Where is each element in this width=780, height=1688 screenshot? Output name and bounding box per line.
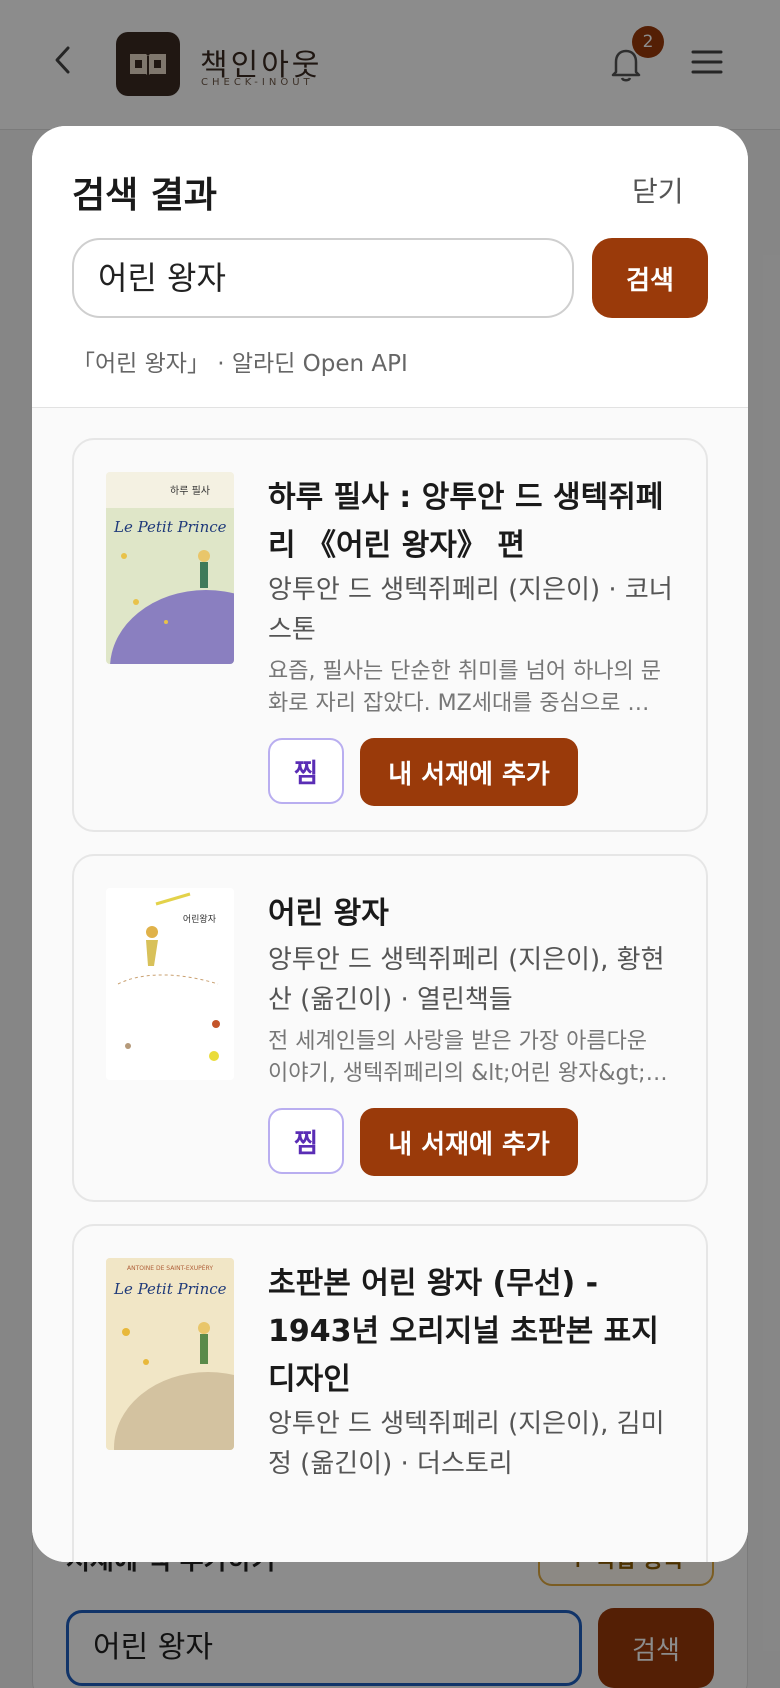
book-title[interactable]: 초판본 어린 왕자 (무선) - 1943년 오리지널 초판본 표지디자인 bbox=[268, 1260, 678, 1404]
like-button[interactable]: 찜 bbox=[268, 1108, 344, 1174]
cover-author-text: ANTOINE DE SAINT-EXUPÉRY bbox=[127, 1264, 213, 1272]
cover-title-text: 하루 필사 bbox=[170, 484, 210, 497]
search-source: 「어린 왕자」 · 알라딘 Open API bbox=[72, 351, 408, 377]
cover-illustration: 어린왕자 bbox=[106, 888, 234, 1080]
search-results-modal: 검색 결과 닫기 어린 왕자 검색 「어린 왕자」 · 알라딘 Open API… bbox=[32, 126, 748, 1562]
book-description: 전 세계인들의 사랑을 받은 가장 아름다운 이야기, 생텍쥐페리의 &lt;어… bbox=[268, 1029, 648, 1086]
modal-header: 검색 결과 닫기 어린 왕자 검색 「어린 왕자」 · 알라딘 Open API bbox=[32, 126, 748, 408]
search-input[interactable]: 어린 왕자 bbox=[72, 238, 574, 318]
book-author: 앙투안 드 생텍쥐페리 (지은이) · 코너스톤 bbox=[268, 575, 673, 645]
book-author: 앙투안 드 생텍쥐페리 (지은이), 김미정 (옮긴이) · 더스토리 bbox=[268, 1409, 665, 1479]
result-card: 하루 필사 Le Petit Prince 하루 필사 : 앙투안 드 생텍쥐페… bbox=[72, 438, 708, 832]
like-button[interactable]: 찜 bbox=[268, 738, 344, 804]
book-cover: 하루 필사 Le Petit Prince bbox=[106, 472, 234, 664]
result-card: 어린왕자 어린 왕자 앙투안 드 생텍쥐페리 (지은이), 황현산 (옮긴이) … bbox=[72, 854, 708, 1202]
results-list[interactable]: 하루 필사 Le Petit Prince 하루 필사 : 앙투안 드 생텍쥐페… bbox=[32, 408, 748, 1562]
cover-title-text: 어린왕자 bbox=[183, 914, 217, 925]
search-button[interactable]: 검색 bbox=[592, 238, 708, 318]
cover-illustration: 하루 필사 Le Petit Prince bbox=[106, 472, 234, 664]
result-card: ANTOINE DE SAINT-EXUPÉRY Le Petit Prince… bbox=[72, 1224, 708, 1562]
cover-script-text: Le Petit Prince bbox=[113, 518, 227, 536]
add-to-library-button[interactable]: 내 서재에 추가 bbox=[360, 738, 578, 806]
book-cover: ANTOINE DE SAINT-EXUPÉRY Le Petit Prince bbox=[106, 1258, 234, 1450]
book-author: 앙투안 드 생텍쥐페리 (지은이), 황현산 (옮긴이) · 열린책들 bbox=[268, 945, 665, 1015]
book-cover: 어린왕자 bbox=[106, 888, 234, 1080]
book-title[interactable]: 어린 왕자 bbox=[268, 890, 678, 938]
cover-script-text: Le Petit Prince bbox=[113, 1280, 227, 1298]
add-to-library-button[interactable]: 내 서재에 추가 bbox=[360, 1108, 578, 1176]
cover-illustration: ANTOINE DE SAINT-EXUPÉRY Le Petit Prince bbox=[106, 1258, 234, 1450]
book-description: 요즘, 필사는 단순한 취미를 넘어 하나의 문화로 자리 잡았다. MZ세대를… bbox=[268, 659, 668, 716]
modal-title: 검색 결과 bbox=[72, 175, 218, 216]
book-title[interactable]: 하루 필사 : 앙투안 드 생텍쥐페리 《어린 왕자》 편 bbox=[268, 474, 678, 570]
close-button[interactable]: 닫기 bbox=[632, 170, 684, 210]
